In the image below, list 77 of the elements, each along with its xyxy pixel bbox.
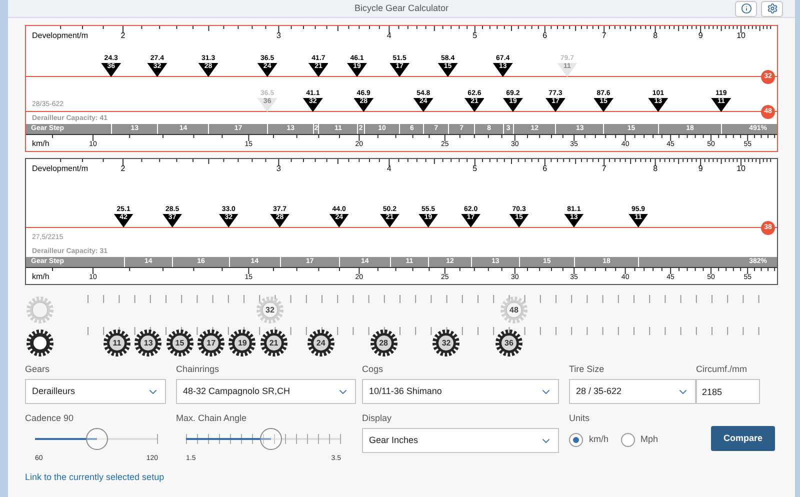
cog-icon	[495, 329, 523, 357]
chainring-icon	[256, 296, 284, 324]
field-label: Chainrings	[176, 363, 220, 375]
chainring-icon	[500, 296, 528, 324]
cog-teeth: 11	[112, 338, 122, 348]
slider-thumb[interactable]	[260, 428, 282, 450]
settings-button[interactable]	[761, 0, 783, 16]
setup-link[interactable]: Link to the currently selected setup	[25, 470, 795, 484]
axis-tick-label: 10	[736, 31, 746, 41]
axis-tick-label: 4	[386, 164, 392, 174]
dropdown[interactable]: Gear Inches	[362, 428, 559, 453]
axis-tick-label: 6	[542, 164, 548, 174]
axis-tick-label: 9	[698, 31, 703, 41]
info-button[interactable]	[735, 0, 757, 16]
cog-teeth: 15	[175, 338, 184, 348]
field-label: Cogs	[362, 363, 384, 375]
cog-icon	[26, 329, 54, 357]
dropdown[interactable]: Derailleurs	[25, 379, 166, 404]
cog-icon	[197, 329, 226, 357]
settings-icon	[766, 3, 778, 14]
field-label: Units	[569, 412, 591, 424]
dropdown[interactable]: 28 / 35-622	[569, 379, 696, 404]
cog-teeth: 36	[504, 338, 514, 348]
axis-label: km/h	[32, 272, 50, 282]
axis-tick-label: 2	[120, 164, 126, 174]
axis-tick-label: 10	[736, 164, 746, 174]
axis-label: Development/m	[32, 164, 88, 174]
axis-label: Development/m	[32, 31, 88, 41]
cog-icon	[228, 329, 256, 357]
axis-tick-label: 6	[542, 31, 548, 41]
window-title: Bicycle Gear Calculator	[354, 2, 449, 15]
cog-icon	[134, 329, 162, 357]
cog-icon	[260, 329, 288, 357]
axis-tick-label: 7	[602, 31, 606, 41]
axis-tick-label: 9	[698, 164, 703, 174]
field-label: Gears	[25, 363, 51, 375]
axis-tick-label: 5	[472, 164, 478, 174]
axis-tick-label: 8	[653, 31, 658, 41]
cog-icon	[370, 329, 398, 357]
field-label: Cadence 90	[25, 412, 75, 424]
cog-teeth: 13	[144, 338, 153, 348]
axis-tick-label: 4	[386, 31, 392, 41]
cog-teeth: 24	[316, 338, 326, 348]
axis-tick-label: 7	[602, 164, 606, 174]
cog-teeth: 17	[206, 338, 216, 348]
cog-icon	[103, 329, 131, 357]
chainring-teeth: 48	[510, 306, 518, 314]
axis-label: km/h	[32, 139, 50, 149]
cog-icon	[432, 329, 460, 357]
axis-tick-label: 2	[120, 31, 126, 41]
slider-thumb[interactable]	[86, 428, 108, 450]
axis-tick-label: 8	[653, 164, 658, 174]
chainring-icon	[26, 296, 54, 324]
axis-tick-label: 3	[276, 164, 281, 174]
dropdown[interactable]: 10/11-36 Shimano	[362, 379, 559, 404]
radio-option[interactable]: Mph	[620, 433, 658, 447]
field-label: Tire Size	[569, 363, 606, 375]
field-label: Circumf./mm	[696, 363, 748, 375]
field-label: Display	[362, 412, 393, 424]
cog-teeth: 19	[238, 338, 247, 348]
axis-tick-label: 3	[276, 31, 281, 41]
cog-icon	[306, 329, 335, 357]
info-icon	[740, 3, 752, 14]
chainring-teeth: 32	[266, 306, 274, 314]
compare-button[interactable]: Compare	[711, 426, 775, 451]
dropdown[interactable]: 48-32 Campagnolo SR,CH	[176, 379, 356, 404]
slider-track[interactable]	[186, 428, 341, 450]
cog-teeth: 21	[269, 338, 278, 348]
slider-track[interactable]	[35, 428, 158, 450]
cog-teeth: 28	[379, 338, 388, 348]
radio-option[interactable]: km/h	[569, 433, 609, 447]
circumference-field[interactable]: 2185	[696, 379, 760, 404]
field-label: Max. Chain Angle	[176, 412, 248, 424]
axis-tick-label: 5	[472, 31, 478, 41]
slider-end-tick	[157, 434, 158, 444]
cog-teeth: 32	[442, 338, 451, 348]
cog-icon	[166, 329, 194, 357]
